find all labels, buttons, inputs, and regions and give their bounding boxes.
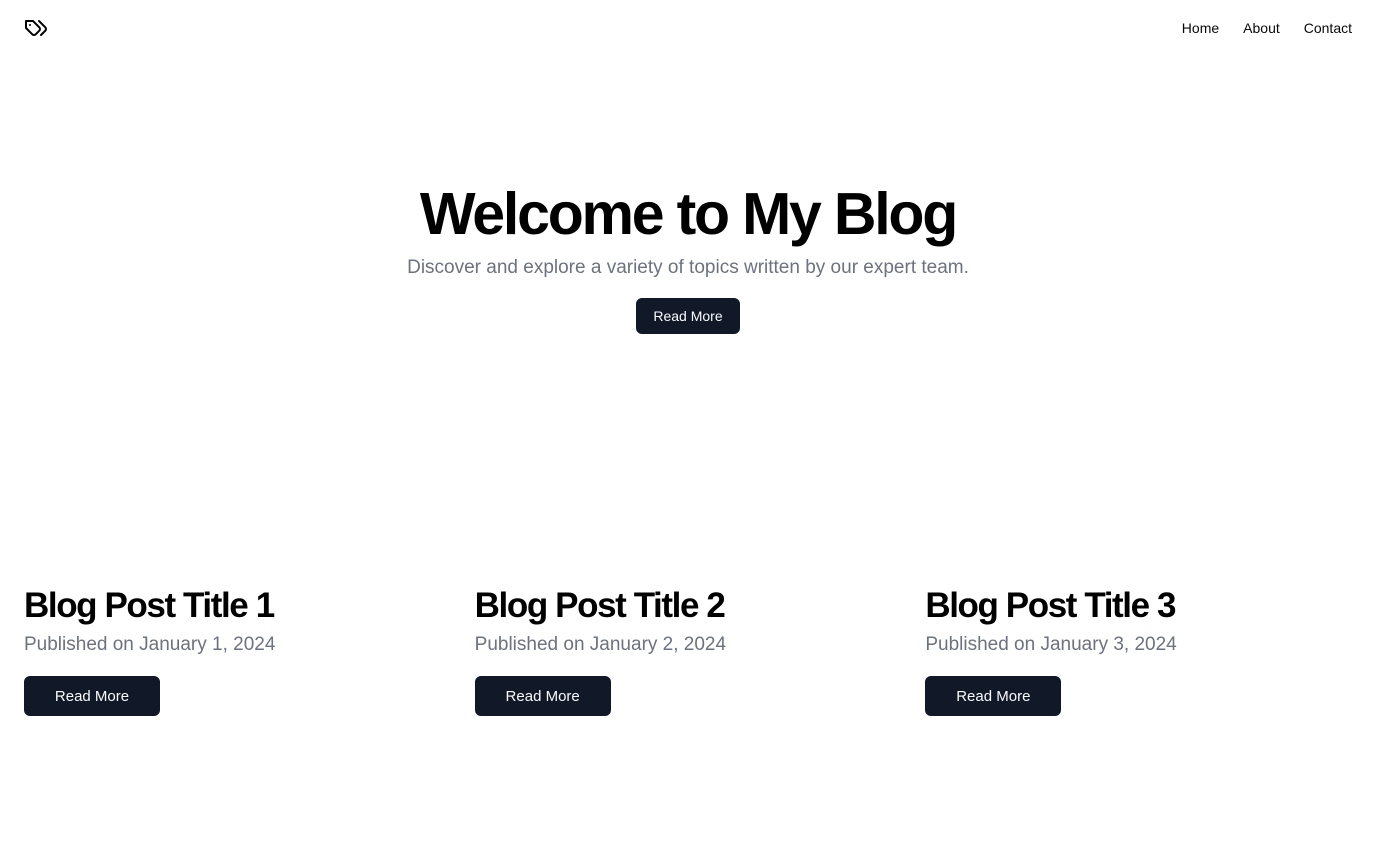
- site-header: Home About Contact: [0, 0, 1376, 56]
- nav-link-about[interactable]: About: [1243, 17, 1280, 39]
- hero-subtitle: Discover and explore a variety of topics…: [407, 257, 969, 278]
- post-card: Blog Post Title 1 Published on January 1…: [24, 584, 451, 716]
- nav-link-home[interactable]: Home: [1182, 17, 1219, 39]
- post-card: Blog Post Title 2 Published on January 2…: [474, 584, 902, 716]
- hero-title: Welcome to My Blog: [419, 181, 958, 247]
- post-date: Published on January 3, 2024: [925, 634, 1177, 655]
- post-read-more-button[interactable]: Read More: [474, 676, 611, 716]
- post-card: Blog Post Title 3 Published on January 3…: [925, 584, 1352, 716]
- post-read-more-button[interactable]: Read More: [24, 676, 160, 716]
- hero-section: Welcome to My Blog Discover and explore …: [0, 176, 1376, 334]
- main-nav: Home About Contact: [1182, 17, 1352, 39]
- post-read-more-button[interactable]: Read More: [925, 676, 1062, 716]
- posts-grid: Blog Post Title 1 Published on January 1…: [24, 584, 1352, 716]
- nav-link-contact[interactable]: Contact: [1304, 17, 1352, 39]
- tags-icon[interactable]: [24, 16, 48, 40]
- post-date: Published on January 1, 2024: [24, 634, 276, 655]
- post-title[interactable]: Blog Post Title 2: [475, 584, 902, 628]
- hero-read-more-button[interactable]: Read More: [636, 298, 740, 334]
- post-date: Published on January 2, 2024: [474, 634, 727, 655]
- post-title[interactable]: Blog Post Title 3: [925, 584, 1352, 628]
- post-title[interactable]: Blog Post Title 1: [24, 584, 451, 628]
